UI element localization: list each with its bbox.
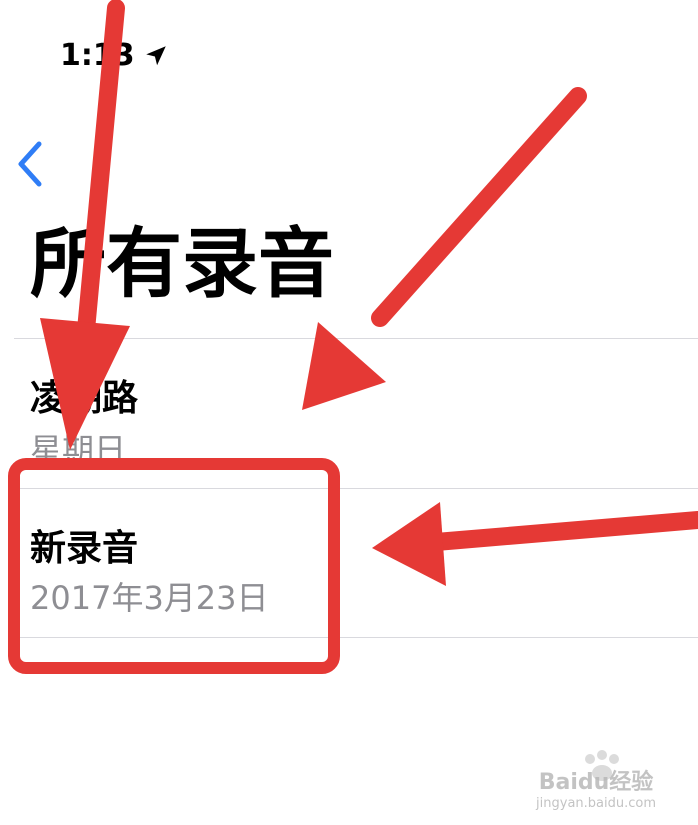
- page-title: 所有录音: [30, 219, 334, 308]
- location-arrow-icon: [145, 45, 166, 65]
- voice-memos-screen: 1:13 所有录音 凌湖路 星期日 新录音 2017年3月23日 Baidu经验…: [0, 0, 698, 825]
- status-bar: 1:13: [60, 38, 169, 73]
- recording-name: 凌湖路: [30, 378, 139, 419]
- chevron-left-icon: [18, 141, 42, 187]
- watermark-brand: Baidu经验: [538, 770, 654, 795]
- watermark: Baidu经验 jingyan.baidu.com: [536, 764, 656, 811]
- back-button[interactable]: [8, 136, 52, 192]
- watermark-url: jingyan.baidu.com: [536, 796, 656, 811]
- status-time: 1:13: [60, 38, 135, 73]
- highlight-box: [8, 458, 340, 674]
